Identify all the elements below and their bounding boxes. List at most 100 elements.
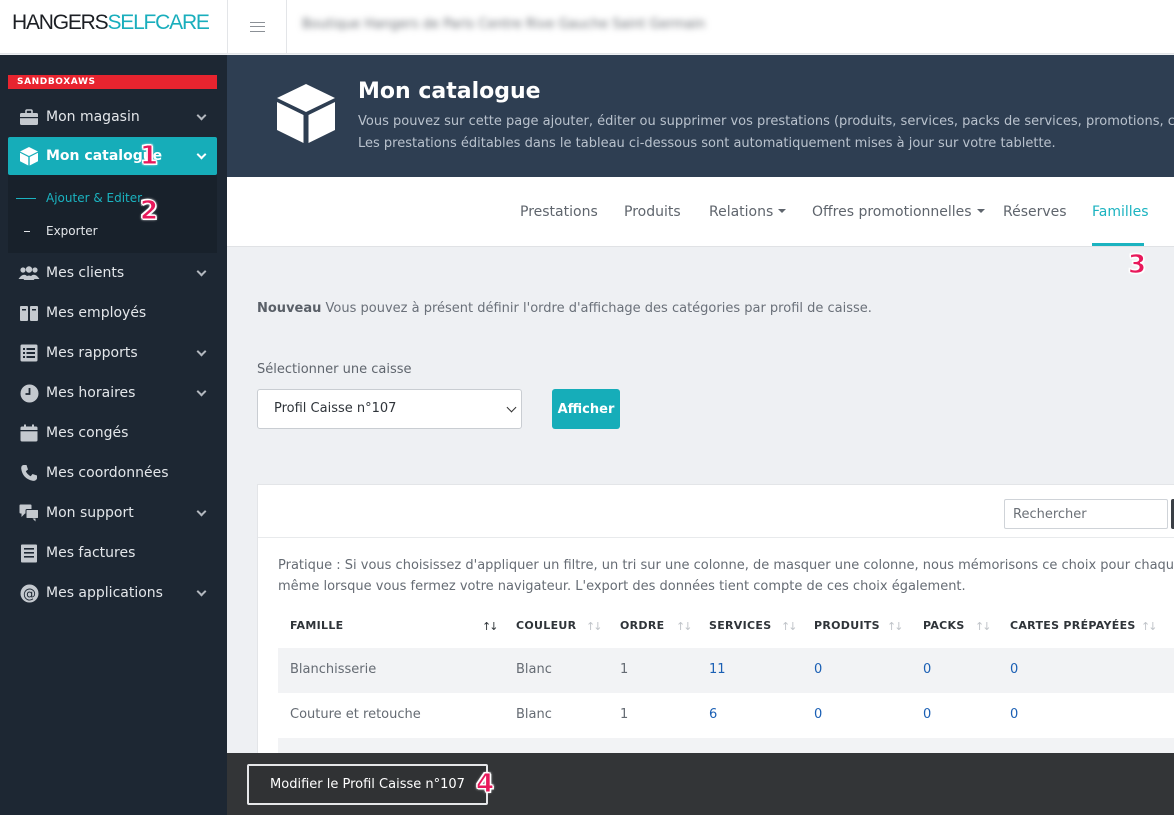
chevron-down-icon	[196, 586, 207, 597]
chevron-down-icon	[196, 346, 207, 357]
submenu-item-label: Exporter	[46, 224, 98, 238]
column-header-packs[interactable]: PACKS	[923, 619, 965, 632]
page-description-line: Les prestations éditables dans le tablea…	[358, 136, 1056, 151]
cell-ordre: 1	[620, 707, 629, 722]
cell-produits-link[interactable]: 0	[814, 662, 822, 677]
column-header-services[interactable]: SERVICES	[709, 619, 771, 632]
chevron-down-icon	[196, 386, 207, 397]
column-header-couleur[interactable]: COULEUR	[516, 619, 576, 632]
hamburger-menu-button[interactable]	[228, 0, 287, 54]
sort-icon[interactable]: ↑↓	[586, 620, 603, 633]
sidebar-item-mon-magasin[interactable]: Mon magasin	[8, 98, 217, 136]
cell-services-link[interactable]: 6	[709, 707, 717, 722]
sidebar-item-mes-conges[interactable]: Mes congés	[8, 414, 217, 452]
tab-produits[interactable]: Produits	[624, 204, 681, 220]
column-header-cartes-prepayees[interactable]: CARTES PRÉPAYÉES	[1010, 619, 1136, 632]
brand-logo[interactable]: HANGERSSELFCARE	[0, 0, 228, 54]
cell-produits-link[interactable]: 0	[814, 707, 822, 722]
cell-famille: Couture et retouche	[290, 707, 421, 722]
column-header-produits[interactable]: PRODUITS	[814, 619, 880, 632]
tab-label: Produits	[624, 204, 681, 220]
tab-offres-promotionnelles[interactable]: Offres promotionnelles	[812, 204, 985, 220]
caisse-select[interactable]: Profil Caisse n°107	[257, 389, 522, 429]
modify-profil-caisse-button[interactable]: Modifier le Profil Caisse n°107	[247, 764, 488, 805]
cell-packs-link[interactable]: 0	[923, 707, 931, 722]
caret-down-icon	[778, 209, 787, 213]
new-feature-notice: Nouveau Vous pouvez à présent définir l'…	[257, 301, 872, 316]
page-header: Mon catalogue Vous pouvez sur cette page…	[227, 55, 1174, 177]
cell-packs-link[interactable]: 0	[923, 662, 931, 677]
sidebar-item-mes-horaires[interactable]: Mes horaires	[8, 374, 217, 412]
sort-asc-icon[interactable]: ↑↓	[482, 620, 499, 633]
box-icon	[274, 81, 338, 149]
active-tab-indicator	[1092, 243, 1144, 246]
table-row[interactable]: Couture et retouche Blanc 1 6 0 0 0	[278, 693, 1174, 738]
page-description-line: Vous pouvez sur cette page ajouter, édit…	[358, 114, 1174, 129]
tab-label: Offres promotionnelles	[812, 204, 972, 220]
catalogue-submenu: Ajouter & Editer Exporter	[8, 175, 217, 253]
chevron-down-icon	[196, 149, 207, 160]
sidebar-item-label: Mes horaires	[46, 385, 136, 401]
table-tip-line: Pratique : Si vous choisissez d'applique…	[278, 558, 1174, 573]
sidebar-item-label: Mes rapports	[46, 345, 138, 361]
box-icon	[18, 147, 40, 166]
bottom-action-bar: Modifier le Profil Caisse n°107	[227, 753, 1174, 815]
sidebar-item-mes-factures[interactable]: Mes factures	[8, 534, 217, 572]
submenu-item-exporter[interactable]: Exporter	[16, 220, 98, 242]
annotation-marker-4: 4	[475, 769, 495, 799]
sidebar-item-label: Mon magasin	[46, 109, 140, 125]
sidebar-item-mes-applications[interactable]: @ Mes applications	[8, 574, 217, 612]
afficher-button[interactable]: Afficher	[552, 389, 620, 429]
sidebar-item-mes-clients[interactable]: Mes clients	[8, 254, 217, 292]
caisse-select-value: Profil Caisse n°107	[274, 401, 397, 416]
brand-name-part2: SELFCARE	[107, 11, 209, 34]
sort-icon[interactable]: ↑↓	[676, 620, 693, 633]
table-tip: Pratique : Si vous choisissez d'applique…	[278, 555, 1174, 597]
tab-familles[interactable]: Familles	[1092, 204, 1149, 220]
column-header-ordre[interactable]: ORDRE	[620, 619, 664, 632]
tab-label: Réserves	[1003, 204, 1067, 220]
tab-prestations[interactable]: Prestations	[520, 204, 598, 220]
page-description: Vous pouvez sur cette page ajouter, édit…	[358, 111, 1174, 155]
environment-badge: SANDBOXAWS	[8, 75, 217, 89]
sidebar-item-mon-support[interactable]: Mon support	[8, 494, 217, 532]
store-name-blurred: Boutique Hangers de Paris Centre Rive Ga…	[302, 17, 706, 32]
divider	[258, 537, 1174, 538]
notice-strong: Nouveau	[257, 301, 322, 316]
sort-icon[interactable]: ↑↓	[781, 620, 798, 633]
chevron-down-icon	[506, 402, 517, 413]
notice-text: Vous pouvez à présent définir l'ordre d'…	[321, 301, 872, 316]
table-tip-line: même lorsque vous fermez votre navigateu…	[278, 579, 966, 594]
sidebar-item-mon-catalogue[interactable]: Mon catalogue	[8, 137, 217, 175]
sidebar-item-mes-employes[interactable]: Mes employés	[8, 294, 217, 332]
table-row[interactable]: Blanchisserie Blanc 1 11 0 0 0	[278, 648, 1174, 693]
cell-cartes-link[interactable]: 0	[1010, 707, 1018, 722]
cell-cartes-link[interactable]: 0	[1010, 662, 1018, 677]
cell-couleur: Blanc	[516, 707, 552, 722]
invoice-icon	[18, 544, 40, 562]
page-title: Mon catalogue	[358, 79, 541, 104]
tab-relations[interactable]: Relations	[709, 204, 787, 220]
tab-reserves[interactable]: Réserves	[1003, 204, 1067, 220]
sort-icon[interactable]: ↑↓	[1141, 620, 1158, 633]
sidebar-item-mes-rapports[interactable]: Mes rapports	[8, 334, 217, 372]
chevron-down-icon	[196, 506, 207, 517]
top-bar: HANGERSSELFCARE Boutique Hangers de Pari…	[0, 0, 1174, 54]
list-icon	[18, 344, 40, 362]
sidebar-item-label: Mes employés	[46, 305, 147, 321]
sort-icon[interactable]: ↑↓	[975, 620, 992, 633]
search-input[interactable]: Rechercher	[1004, 499, 1168, 529]
sidebar-item-mes-coordonnees[interactable]: Mes coordonnées	[8, 454, 217, 492]
cell-couleur: Blanc	[516, 662, 552, 677]
phone-icon	[18, 464, 40, 482]
sort-icon[interactable]: ↑↓	[887, 620, 904, 633]
tab-label: Prestations	[520, 204, 598, 220]
submenu-item-ajouter-editer[interactable]: Ajouter & Editer	[16, 187, 142, 209]
column-header-famille[interactable]: FAMILLE	[290, 619, 343, 632]
sidebar-item-label: Mes clients	[46, 265, 125, 281]
caret-down-icon	[976, 209, 985, 213]
chat-icon	[18, 504, 40, 522]
cell-services-link[interactable]: 11	[709, 662, 726, 677]
at-icon: @	[18, 584, 40, 602]
dash-marker	[24, 230, 30, 232]
